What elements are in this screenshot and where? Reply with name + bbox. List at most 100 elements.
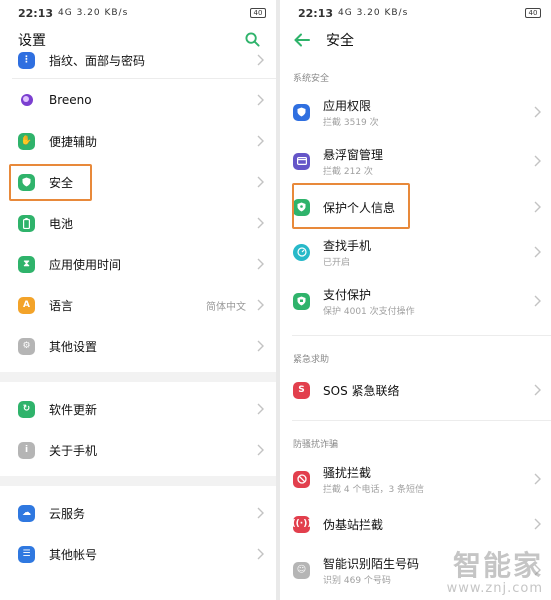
update-icon: ↻ xyxy=(18,400,35,418)
section-anti-harassment: 防骚扰诈骗 xyxy=(293,440,339,450)
security-item-label: 智能识别陌生号码 xyxy=(323,557,420,571)
security-item-app-permissions[interactable]: 应用权限 拦截 3519 次 xyxy=(280,92,551,132)
cloud-icon: ☁ xyxy=(18,504,35,522)
status-time: 22:13 xyxy=(298,6,334,20)
chevron-right-icon xyxy=(257,340,264,352)
security-item-sub: 拦截 212 次 xyxy=(323,167,373,177)
settings-item-accessibility[interactable]: ✋ 便捷辅助 xyxy=(0,123,276,159)
security-item-label: SOS 紧急联络 xyxy=(323,383,400,398)
security-screen: 22:13 4G 3.20 KB/s 40 安全 系统安全 应用权限 拦截 35… xyxy=(280,0,551,600)
payment-shield-icon xyxy=(293,292,310,310)
settings-item-label: 云服务 xyxy=(49,506,86,521)
settings-item-label: 指纹、面部与密码 xyxy=(49,53,146,68)
chevron-right-icon xyxy=(257,54,264,66)
security-item-label: 骚扰拦截 xyxy=(323,466,372,480)
settings-item-about[interactable]: i 关于手机 xyxy=(0,432,276,468)
security-item-payment-protection[interactable]: 支付保护 保护 4001 次支付操作 xyxy=(280,281,551,321)
security-item-harassment-block[interactable]: 骚扰拦截 拦截 4 个电话，3 条短信 xyxy=(280,459,551,499)
compass-icon xyxy=(293,243,310,261)
settings-item-battery[interactable]: 电池 xyxy=(0,205,276,241)
security-item-label: 支付保护 xyxy=(323,288,372,302)
settings-item-fingerprint[interactable]: ⋮ 指纹、面部与密码 xyxy=(0,42,276,78)
settings-item-software-update[interactable]: ↻ 软件更新 xyxy=(0,391,276,427)
security-item-floating-window[interactable]: 悬浮窗管理 拦截 212 次 xyxy=(280,141,551,181)
battery-icon: 40 xyxy=(525,8,541,18)
settings-item-label: 其他帐号 xyxy=(49,547,98,562)
security-item-label: 查找手机 xyxy=(323,239,372,253)
settings-item-label: 语言 xyxy=(49,298,74,313)
window-icon xyxy=(293,152,310,170)
highlight-security xyxy=(9,164,92,201)
status-signal: 4G 3.20 KB/s xyxy=(58,8,129,18)
signal-icon: ((·)) xyxy=(292,515,311,533)
section-emergency: 紧急求助 xyxy=(293,355,330,365)
chevron-right-icon xyxy=(534,295,541,307)
chevron-right-icon xyxy=(257,403,264,415)
security-item-sub: 拦截 4 个电话，3 条短信 xyxy=(323,485,425,495)
block-icon xyxy=(293,470,310,488)
settings-item-breeno[interactable]: Breeno xyxy=(0,82,276,118)
status-time: 22:13 xyxy=(18,6,54,20)
battery-icon xyxy=(18,214,35,232)
status-bar: 22:13 4G 3.20 KB/s 40 xyxy=(0,0,276,26)
security-item-fake-base-station[interactable]: ((·)) 伪基站拦截 xyxy=(280,504,551,544)
security-item-sub: 拦截 3519 次 xyxy=(323,118,379,128)
account-icon: ☰ xyxy=(18,545,35,563)
security-item-sub: 识别 469 个号码 xyxy=(323,576,391,586)
page-title: 安全 xyxy=(326,33,354,49)
gear-icon: ⚙ xyxy=(18,337,35,355)
language-icon: A xyxy=(18,296,35,314)
chevron-right-icon xyxy=(257,217,264,229)
settings-item-label: 应用使用时间 xyxy=(49,257,122,272)
fingerprint-icon: ⋮ xyxy=(18,51,35,69)
chevron-right-icon xyxy=(257,507,264,519)
security-item-sub: 已开启 xyxy=(323,258,351,268)
watermark-url: www.znj.com xyxy=(446,581,543,596)
chevron-right-icon xyxy=(257,135,264,147)
security-item-label: 应用权限 xyxy=(323,99,372,113)
chevron-right-icon xyxy=(534,155,541,167)
chevron-right-icon xyxy=(257,444,264,456)
hand-icon: ✋ xyxy=(18,132,35,150)
chevron-right-icon xyxy=(534,201,541,213)
chevron-right-icon xyxy=(534,518,541,530)
chevron-right-icon xyxy=(257,176,264,188)
chevron-right-icon xyxy=(257,548,264,560)
shield-icon xyxy=(293,103,310,121)
settings-item-cloud[interactable]: ☁ 云服务 xyxy=(0,495,276,531)
breeno-icon xyxy=(18,92,35,109)
settings-item-other[interactable]: ⚙ 其他设置 xyxy=(0,328,276,364)
battery-icon: 40 xyxy=(250,8,266,18)
security-item-sub: 保护 4001 次支付操作 xyxy=(323,307,415,317)
settings-item-language[interactable]: A 语言 简体中文 xyxy=(0,287,276,323)
settings-item-label: Breeno xyxy=(49,93,92,107)
security-item-label: 悬浮窗管理 xyxy=(323,148,384,162)
contact-icon: ☺ xyxy=(293,561,310,579)
language-value: 简体中文 xyxy=(206,301,246,313)
highlight-privacy xyxy=(292,183,410,229)
settings-item-label: 其他设置 xyxy=(49,339,98,354)
security-item-sos[interactable]: S SOS 紧急联络 xyxy=(280,370,551,410)
settings-item-screen-time[interactable]: ⧗ 应用使用时间 xyxy=(0,246,276,282)
security-header: 安全 xyxy=(280,26,551,54)
settings-item-label: 关于手机 xyxy=(49,443,98,458)
security-item-label: 伪基站拦截 xyxy=(323,517,384,532)
chevron-right-icon xyxy=(534,384,541,396)
settings-screen: 22:13 4G 3.20 KB/s 40 设置 ⋮ 指纹、面部与密码 Bree… xyxy=(0,0,276,600)
chevron-right-icon xyxy=(534,246,541,258)
security-item-find-phone[interactable]: 查找手机 已开启 xyxy=(280,232,551,272)
settings-item-label: 软件更新 xyxy=(49,402,98,417)
hourglass-icon: ⧗ xyxy=(18,255,35,273)
chevron-right-icon xyxy=(257,299,264,311)
settings-item-label: 便捷辅助 xyxy=(49,134,98,149)
info-icon: i xyxy=(18,441,35,459)
section-system-security: 系统安全 xyxy=(293,74,330,84)
chevron-right-icon xyxy=(534,473,541,485)
back-arrow-icon[interactable] xyxy=(294,33,310,47)
status-bar: 22:13 4G 3.20 KB/s 40 xyxy=(280,0,551,26)
settings-item-label: 电池 xyxy=(49,216,74,231)
chevron-right-icon xyxy=(534,106,541,118)
settings-item-accounts[interactable]: ☰ 其他帐号 xyxy=(0,536,276,572)
status-signal: 4G 3.20 KB/s xyxy=(338,8,409,18)
chevron-right-icon xyxy=(257,94,264,106)
